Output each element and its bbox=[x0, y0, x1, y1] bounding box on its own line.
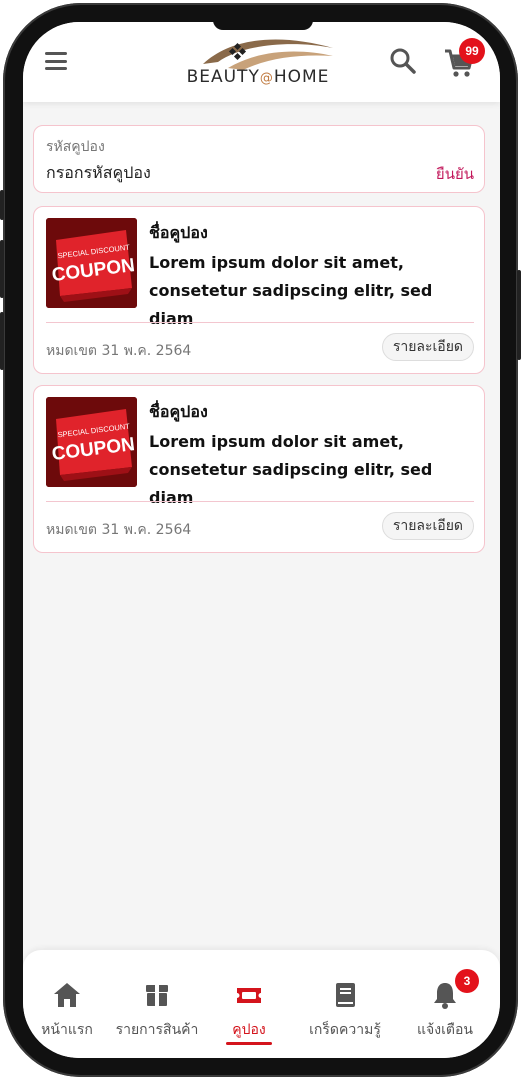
app-header: BEAUTY@HOME 99 bbox=[23, 22, 500, 102]
coupon-image: SPECIAL DISCOUNT COUPON bbox=[46, 397, 137, 487]
coupon-description: Lorem ipsum dolor sit amet, consetetur s… bbox=[149, 253, 433, 328]
logo-text-left: BEAUTY bbox=[186, 67, 260, 87]
confirm-button[interactable]: ยืนยัน bbox=[436, 162, 474, 186]
search-icon[interactable] bbox=[389, 47, 417, 75]
book-icon bbox=[330, 980, 360, 1010]
ticket-icon bbox=[234, 980, 264, 1010]
active-tab-indicator bbox=[226, 1042, 272, 1045]
box-icon bbox=[142, 980, 172, 1010]
nav-item-products[interactable]: รายการสินค้า bbox=[111, 950, 203, 1058]
phone-side-button bbox=[0, 240, 4, 298]
logo-text: BEAUTY@HOME bbox=[173, 67, 343, 87]
logo-text-at: @ bbox=[259, 71, 274, 86]
nav-item-notifications[interactable]: 3 แจ้งเตือน bbox=[395, 950, 495, 1058]
coupon-expiry: หมดเขต 31 พ.ค. 2564 bbox=[46, 343, 192, 359]
coupon-title: ชื่อคูปอง bbox=[149, 402, 208, 421]
phone-side-button bbox=[0, 312, 4, 370]
coupon-card[interactable]: SPECIAL DISCOUNT COUPON ชื่อคูปอง Lorem … bbox=[33, 206, 485, 374]
nav-label: หน้าแรก bbox=[41, 1022, 93, 1038]
coupon-title: ชื่อคูปอง bbox=[149, 223, 208, 242]
nav-label: แจ้งเตือน bbox=[417, 1022, 473, 1038]
coupon-image: SPECIAL DISCOUNT COUPON bbox=[46, 218, 137, 308]
coupon-detail-button[interactable]: รายละเอียด bbox=[381, 333, 474, 361]
coupon-code-input[interactable] bbox=[46, 160, 406, 184]
home-icon bbox=[52, 980, 82, 1010]
nav-item-home[interactable]: หน้าแรก bbox=[23, 950, 111, 1058]
phone-side-button bbox=[0, 190, 4, 220]
cart-count-badge: 99 bbox=[459, 38, 485, 64]
coupon-divider bbox=[46, 501, 474, 502]
phone-notch bbox=[213, 22, 313, 30]
bottom-nav: หน้าแรก รายการสินค้า คูปอง เกร็ดความรู้ … bbox=[23, 950, 500, 1058]
menu-icon[interactable] bbox=[45, 52, 67, 70]
logo-text-right: HOME bbox=[273, 67, 330, 87]
nav-item-coupons[interactable]: คูปอง bbox=[203, 950, 295, 1058]
coupon-description: Lorem ipsum dolor sit amet, consetetur s… bbox=[149, 432, 433, 507]
coupon-divider bbox=[46, 322, 474, 323]
nav-label: เกร็ดความรู้ bbox=[309, 1022, 381, 1038]
coupon-expiry: หมดเขต 31 พ.ค. 2564 bbox=[46, 522, 192, 538]
coupon-detail-button[interactable]: รายละเอียด bbox=[381, 512, 474, 540]
notification-count-badge: 3 bbox=[455, 969, 479, 993]
coupon-card[interactable]: SPECIAL DISCOUNT COUPON ชื่อคูปอง Lorem … bbox=[33, 385, 485, 553]
coupon-code-label: รหัสคูปอง bbox=[46, 139, 105, 155]
coupon-code-card: รหัสคูปอง ยืนยัน bbox=[33, 125, 485, 193]
phone-side-button bbox=[517, 270, 521, 360]
nav-label: รายการสินค้า bbox=[115, 1022, 199, 1038]
nav-label: คูปอง bbox=[232, 1022, 266, 1038]
app-screen: BEAUTY@HOME 99 รหัสคูปอง ยืนยัน bbox=[23, 22, 500, 1058]
brand-logo[interactable]: BEAUTY@HOME bbox=[173, 34, 343, 94]
nav-item-knowledge[interactable]: เกร็ดความรู้ bbox=[295, 950, 395, 1058]
